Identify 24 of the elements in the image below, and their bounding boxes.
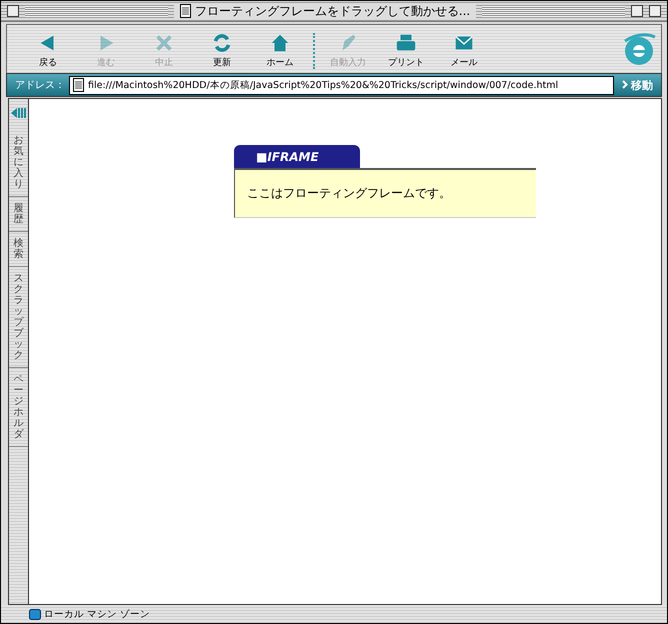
toolbar-button[interactable]: メール: [435, 32, 493, 69]
zone-label: ローカル マシン ゾーン: [44, 608, 150, 620]
toolbar-button[interactable]: ホーム: [251, 32, 309, 69]
sidebar-tab[interactable]: 履歴: [9, 197, 28, 232]
document-icon: [73, 78, 84, 92]
chevron-icon: [622, 80, 628, 88]
close-box[interactable]: [7, 5, 19, 17]
document-icon: [180, 4, 191, 18]
toolbar-button[interactable]: 戻る: [19, 32, 77, 69]
computer-icon: [29, 608, 41, 620]
collapse-box[interactable]: [649, 5, 662, 17]
toolbar-button[interactable]: プリント: [377, 32, 435, 69]
sidebar-tab[interactable]: ページホルダ: [9, 368, 28, 447]
window-title: フローティングフレームをドラッグして動かせる...: [194, 2, 470, 20]
sidebar-tab[interactable]: スクラップブック: [9, 267, 28, 368]
floating-frame-text: ここはフローティングフレームです。: [234, 168, 536, 218]
sidebar-tab[interactable]: 検索: [9, 232, 28, 267]
go-button[interactable]: 移動: [618, 78, 657, 92]
toolbar-button[interactable]: 更新: [193, 32, 251, 69]
address-field[interactable]: file:///Macintosh%20HDD/本の原稿/JavaScript%20Tips%20&%20Tricks/script/window/007/code.html: [69, 76, 614, 94]
sidebar-tab[interactable]: お気に入り: [9, 129, 28, 197]
sidebar-toggle-icon[interactable]: [9, 105, 27, 121]
address-label: アドレス：: [15, 79, 65, 92]
zoom-box[interactable]: [631, 5, 644, 17]
